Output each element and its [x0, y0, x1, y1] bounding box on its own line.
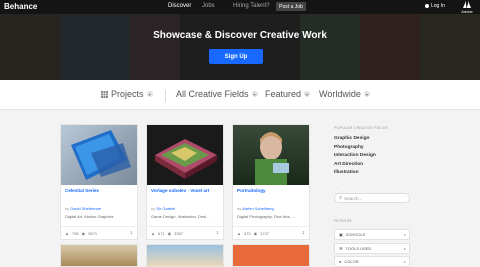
by-label: by — [65, 206, 70, 211]
project-owner: by Sir Gabriel — [151, 206, 175, 211]
project-thumbnail[interactable] — [232, 244, 310, 267]
filter-tools-used[interactable]: ⚒ TOOLS USED ▸ — [334, 243, 410, 254]
eye-icon: ◉ — [167, 230, 172, 236]
field-photography[interactable]: Photography — [334, 145, 364, 150]
project-stats: ▲ 473 ◉ 3737 ↧ — [233, 226, 309, 239]
filter-by-heading: FILTER BY — [334, 219, 352, 223]
project-thumbnail[interactable] — [61, 125, 137, 185]
filter-creative-fields[interactable]: All Creative Fields ▾ — [176, 89, 258, 99]
project-stats: ▲ 795 ◉ 3671 ↧ — [61, 226, 137, 239]
chevron-down-icon: ▾ — [251, 91, 258, 97]
search-input[interactable]: ⚲ Search... — [334, 193, 410, 203]
owner-link[interactable]: David Shebbeare — [70, 206, 101, 211]
nav-discover[interactable]: Discover — [168, 3, 191, 9]
post-job-button[interactable]: Post a Job — [276, 2, 306, 11]
search-placeholder: Search... — [344, 195, 363, 201]
project-image — [71, 130, 131, 180]
project-owner: by David Shebbeare — [65, 206, 101, 211]
project-title[interactable]: Vorlage sobolev · Voxel art — [151, 188, 209, 193]
thumbs-up-icon: ▲ — [65, 230, 69, 236]
field-illustration[interactable]: Illustration — [334, 170, 359, 175]
owner-link[interactable]: Sir Gabriel — [156, 206, 175, 211]
filter-projects[interactable]: Projects ▾ — [101, 89, 153, 99]
thumbs-up-icon: ▲ — [151, 230, 155, 236]
filter-worldwide[interactable]: Worldwide ▾ — [319, 89, 370, 99]
appreciation-count: 671 — [157, 230, 165, 236]
grid-icon — [101, 90, 108, 98]
behance-logo[interactable]: Behance — [4, 2, 37, 11]
filter-bar: Projects ▾ All Creative Fields ▾ Feature… — [0, 80, 480, 110]
nav-jobs[interactable]: Jobs — [202, 3, 215, 9]
chevron-right-icon: ▸ — [403, 232, 406, 237]
chevron-down-icon: ▾ — [304, 91, 311, 97]
filter-color[interactable]: ● COLOR ▸ — [334, 256, 410, 267]
view-count: 3737 — [260, 230, 270, 236]
login-label: Log In — [431, 3, 445, 9]
chevron-right-icon: ▸ — [403, 259, 406, 264]
filter-tools-label: TOOLS USED — [345, 246, 372, 251]
project-fields: Game Design, Illustration, Desi... — [151, 214, 210, 219]
chevron-down-icon: ▾ — [363, 91, 370, 97]
appreciation-count: 795 — [71, 230, 79, 236]
owner-link[interactable]: Adrien Schellberg — [242, 206, 274, 211]
hero-overlay — [0, 14, 480, 80]
project-thumbnail[interactable] — [233, 125, 309, 185]
filter-worldwide-label: Worldwide — [319, 89, 361, 99]
nav-hiring-talent[interactable]: Hiring Talent? — [233, 3, 270, 9]
user-icon — [425, 4, 429, 8]
hero-banner: Showcase & Discover Creative Work Sign U… — [0, 14, 480, 80]
project-card[interactable]: Portraitology by Adrien Schellberg Digit… — [232, 124, 310, 240]
more-fields-link[interactable]: ... — [334, 184, 338, 190]
filter-projects-label: Projects — [111, 89, 144, 99]
field-graphic-design[interactable]: Graphic Design — [334, 136, 369, 141]
filter-featured-label: Featured — [265, 89, 302, 99]
signup-button[interactable]: Sign Up — [209, 49, 263, 64]
filter-schools[interactable]: ▣ SCHOOLS ▸ — [334, 229, 410, 240]
search-icon: ⚲ — [339, 195, 343, 200]
project-thumbnail[interactable] — [147, 125, 223, 185]
thumbs-up-icon: ▲ — [237, 230, 241, 236]
school-icon: ▣ — [339, 232, 343, 237]
login-link[interactable]: Log In — [425, 3, 445, 9]
appreciation-count: 473 — [243, 230, 251, 236]
view-count: 3671 — [88, 230, 98, 236]
view-count: 3357 — [174, 230, 184, 236]
filter-featured[interactable]: Featured ▾ — [265, 89, 311, 99]
adobe-icon — [463, 1, 471, 8]
divider — [165, 90, 166, 102]
eye-icon: ◉ — [253, 230, 258, 236]
hero-title: Showcase & Discover Creative Work — [153, 30, 327, 41]
download-icon[interactable]: ↧ — [302, 230, 305, 235]
project-thumbnail[interactable] — [60, 244, 138, 267]
field-interaction-design[interactable]: Interaction Design — [334, 153, 376, 158]
project-image — [255, 132, 289, 185]
download-icon[interactable]: ↧ — [130, 230, 133, 235]
download-icon[interactable]: ↧ — [216, 230, 219, 235]
project-title[interactable]: Portraitology — [237, 188, 266, 193]
by-label: by — [151, 206, 156, 211]
project-card[interactable]: Celestial Series by David Shebbeare Digi… — [60, 124, 138, 240]
adobe-logo[interactable]: Adobe — [459, 1, 475, 14]
chevron-down-icon: ▾ — [146, 91, 153, 97]
by-label: by — [237, 206, 242, 211]
project-owner: by Adrien Schellberg — [237, 206, 274, 211]
eye-icon: ◉ — [81, 230, 86, 236]
filter-creative-fields-label: All Creative Fields — [176, 89, 249, 99]
project-card[interactable]: Vorlage sobolev · Voxel art by Sir Gabri… — [146, 124, 224, 240]
project-title[interactable]: Celestial Series — [65, 188, 99, 193]
tools-icon: ⚒ — [339, 246, 343, 251]
project-image — [155, 139, 217, 179]
popular-fields-heading: POPULAR CREATIVE FIELDS — [334, 126, 389, 130]
project-fields: Digital Art, Motion Graphics — [65, 214, 114, 219]
color-icon: ● — [339, 259, 342, 264]
project-thumbnail[interactable] — [146, 244, 224, 267]
project-stats: ▲ 671 ◉ 3357 ↧ — [147, 226, 223, 239]
filter-schools-label: SCHOOLS — [345, 232, 366, 237]
field-art-direction[interactable]: Art Direction — [334, 162, 363, 167]
project-fields: Digital Photography, Fine Arts, ... — [237, 214, 296, 219]
top-nav: Behance Discover Jobs Hiring Talent? Pos… — [0, 0, 480, 14]
filter-color-label: COLOR — [344, 259, 359, 264]
chevron-right-icon: ▸ — [403, 246, 406, 251]
